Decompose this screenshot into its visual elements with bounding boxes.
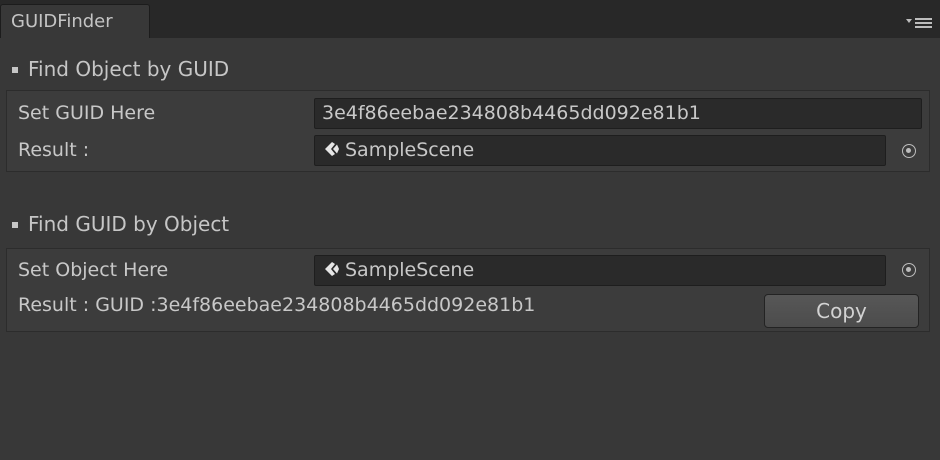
find-guid-heading: Find GUID by Object bbox=[12, 212, 229, 236]
window-tab[interactable]: GUIDFinder bbox=[0, 4, 150, 38]
object-picker-icon[interactable] bbox=[902, 144, 916, 158]
find-object-title: Find Object by GUID bbox=[28, 57, 230, 81]
guid-label: Set GUID Here bbox=[18, 102, 156, 124]
result-label: Result : bbox=[18, 139, 90, 161]
tab-bar: GUIDFinder bbox=[0, 0, 940, 38]
result-object-field[interactable]: SampleScene bbox=[314, 135, 886, 166]
bullet-icon bbox=[12, 222, 18, 228]
bullet-icon bbox=[12, 67, 18, 73]
guid-input[interactable]: 3e4f86eebae234808b4465dd092e81b1 bbox=[314, 98, 922, 129]
unity-logo-icon bbox=[325, 262, 339, 276]
tab-options-icon[interactable] bbox=[906, 16, 932, 30]
find-object-heading: Find Object by GUID bbox=[12, 57, 229, 81]
result-object-value: SampleScene bbox=[345, 139, 475, 161]
object-field-value: SampleScene bbox=[345, 259, 475, 281]
find-guid-title: Find GUID by Object bbox=[28, 212, 230, 236]
copy-button[interactable]: Copy bbox=[764, 294, 919, 328]
object-field[interactable]: SampleScene bbox=[314, 255, 886, 286]
object-label: Set Object Here bbox=[18, 259, 169, 281]
guid-result-text: Result : GUID :3e4f86eebae234808b4465dd0… bbox=[18, 294, 536, 316]
window-title: GUIDFinder bbox=[11, 11, 113, 32]
unity-logo-icon bbox=[325, 142, 339, 156]
object-picker-icon[interactable] bbox=[902, 263, 916, 277]
